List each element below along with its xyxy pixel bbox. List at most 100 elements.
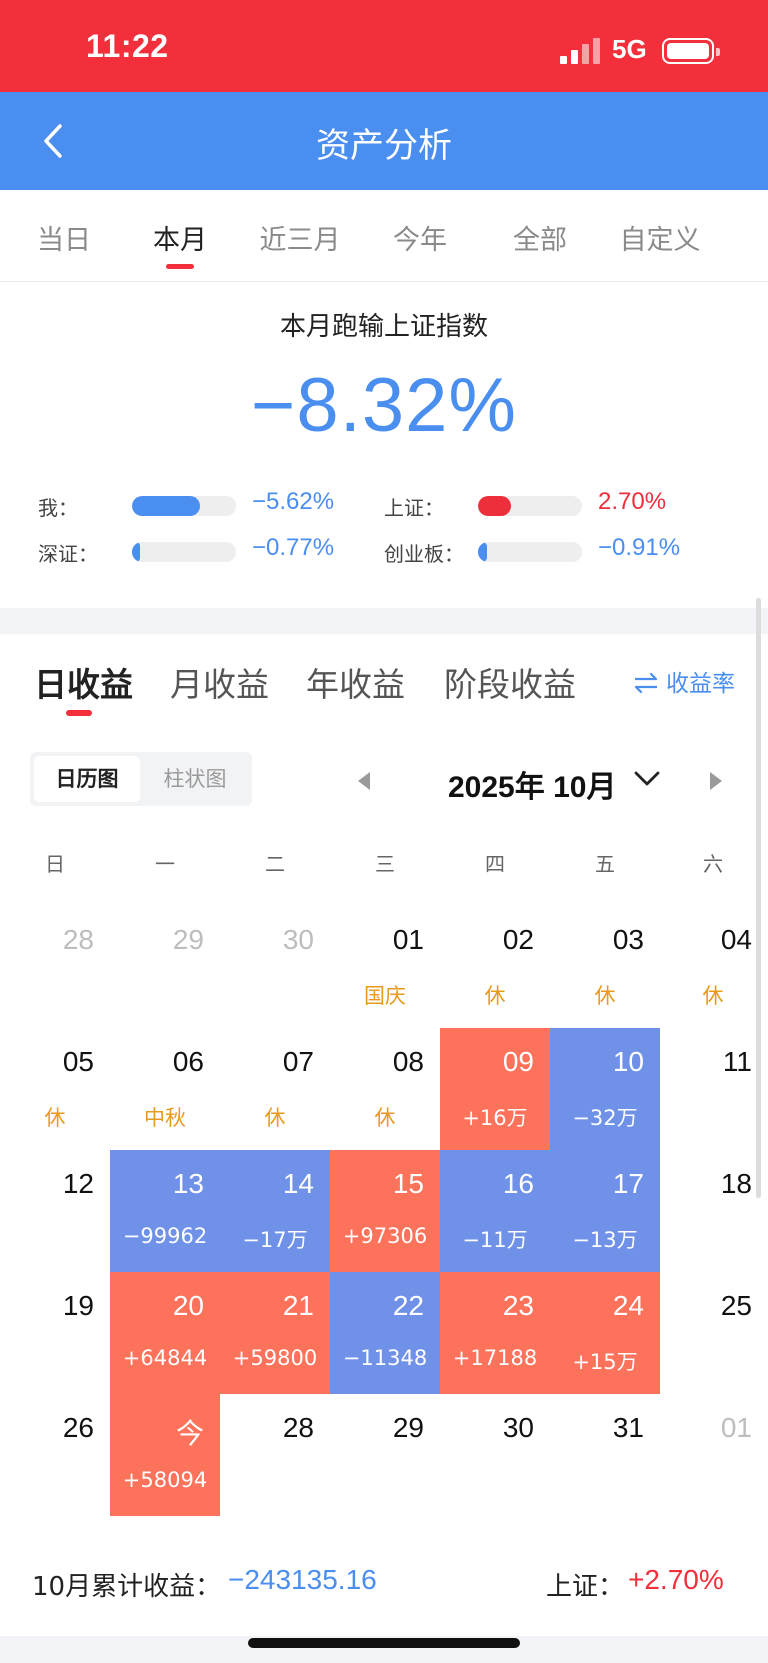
- period-tab[interactable]: 本月: [116, 218, 244, 269]
- profit-tab[interactable]: 日收益: [34, 658, 133, 706]
- period-tabs: 当日 本月 近三月 今年 全部 自定义: [0, 190, 768, 282]
- profit-tab[interactable]: 阶段收益: [444, 658, 576, 706]
- period-tab[interactable]: 自定义: [596, 218, 724, 257]
- swap-icon: [634, 672, 658, 694]
- calendar-day-number: 18: [720, 1168, 752, 1199]
- calendar-day-cell[interactable]: 07 休: [220, 1028, 330, 1150]
- calendar-day-cell[interactable]: 今 +58094: [110, 1394, 220, 1516]
- calendar-day-number: 29: [392, 1412, 424, 1443]
- status-time: 11:22: [86, 28, 169, 64]
- status-bar: 11:22 5G: [0, 0, 768, 92]
- calendar-day-number: 19: [62, 1290, 94, 1321]
- daily-profit-value: −11348: [342, 1346, 428, 1370]
- calendar-day-number: 08: [392, 1046, 424, 1077]
- daily-profit-value: +59800: [232, 1346, 318, 1370]
- calendar-day-cell[interactable]: 10 −32万: [550, 1028, 660, 1150]
- compare-bar-fill: [132, 496, 200, 516]
- calendar-day-number: 01: [720, 1412, 752, 1443]
- calendar-day-cell[interactable]: 08 休: [330, 1028, 440, 1150]
- view-bar-button[interactable]: 柱状图: [142, 756, 248, 802]
- calendar-day-number: 26: [62, 1412, 94, 1443]
- calendar-day-cell[interactable]: 26: [0, 1394, 110, 1516]
- calendar-day-cell[interactable]: 04 休: [658, 906, 768, 1028]
- weekday-header: 三: [375, 852, 395, 876]
- calendar-day-cell[interactable]: 06 中秋: [110, 1028, 220, 1150]
- calendar-day-cell[interactable]: 22 −11348: [330, 1272, 440, 1394]
- period-tab[interactable]: 今年: [356, 218, 484, 257]
- calendar-day-cell[interactable]: 02 休: [440, 906, 550, 1028]
- calendar-day-number: 02: [502, 924, 534, 955]
- calendar-day-cell[interactable]: 17 −13万: [550, 1150, 660, 1272]
- calendar-day-number: 01: [392, 924, 424, 955]
- calendar-day-cell[interactable]: 12: [0, 1150, 110, 1272]
- view-calendar-button[interactable]: 日历图: [34, 756, 140, 802]
- calendar-day-cell[interactable]: 20 +64844: [110, 1272, 220, 1394]
- calendar-day-number: 30: [502, 1412, 534, 1443]
- view-toggle: 日历图 柱状图: [30, 752, 252, 806]
- calendar-day-cell[interactable]: 01: [658, 1394, 768, 1516]
- weekday-header: 日: [45, 852, 65, 876]
- profit-tab[interactable]: 月收益: [170, 658, 269, 706]
- calendar-day-cell[interactable]: 25: [658, 1272, 768, 1394]
- profit-tab-underline: [66, 710, 92, 716]
- calendar-day-cell[interactable]: 03 休: [550, 906, 660, 1028]
- month-total-value: −243135.16: [228, 1564, 377, 1595]
- profit-tab[interactable]: 年收益: [306, 658, 405, 706]
- home-indicator[interactable]: [248, 1638, 520, 1648]
- calendar-day-cell[interactable]: 14 −17万: [220, 1150, 330, 1272]
- calendar-day-cell[interactable]: 01 国庆: [330, 906, 440, 1028]
- weekday-header: 五: [595, 852, 615, 876]
- calendar-day-cell[interactable]: 11: [658, 1028, 768, 1150]
- period-tab[interactable]: 近三月: [236, 218, 364, 257]
- calendar-day-cell[interactable]: 30: [220, 906, 330, 1028]
- daily-profit-value: −99962: [122, 1224, 208, 1248]
- calendar-day-cell[interactable]: 13 −99962: [110, 1150, 220, 1272]
- calendar-day-number: 24: [612, 1290, 644, 1321]
- triangle-right-icon[interactable]: [706, 770, 726, 792]
- daily-profit-value: −17万: [242, 1228, 308, 1252]
- holiday-label: 国庆: [364, 984, 406, 1008]
- holiday-label: 休: [264, 1106, 286, 1130]
- triangle-left-icon[interactable]: [354, 770, 374, 792]
- calendar-day-number: 14: [282, 1168, 314, 1199]
- calendar-day-number: 05: [62, 1046, 94, 1077]
- calendar-day-cell[interactable]: 19: [0, 1272, 110, 1394]
- period-tab[interactable]: 当日: [0, 218, 128, 257]
- calendar-day-cell[interactable]: 28: [0, 906, 110, 1028]
- calendar-day-cell[interactable]: 30: [440, 1394, 550, 1516]
- daily-profit-value: +97306: [342, 1224, 428, 1248]
- calendar-day-number: 13: [172, 1168, 204, 1199]
- section-divider: [0, 608, 768, 634]
- calendar-day-cell[interactable]: 05 休: [0, 1028, 110, 1150]
- calendar-day-cell[interactable]: 16 −11万: [440, 1150, 550, 1272]
- calendar-day-number: 17: [612, 1168, 644, 1199]
- calendar-day-number: 23: [502, 1290, 534, 1321]
- holiday-label: 休: [374, 1106, 396, 1130]
- period-tab-label: 全部: [513, 225, 567, 256]
- calendar-day-cell[interactable]: 31: [550, 1394, 660, 1516]
- index-value: +2.70%: [628, 1564, 724, 1595]
- compare-bar-track: [478, 542, 582, 562]
- compare-title: 本月跑输上证指数: [279, 312, 488, 342]
- rate-toggle-link[interactable]: 收益率: [632, 664, 735, 698]
- calendar-day-cell[interactable]: 18: [658, 1150, 768, 1272]
- calendar-day-cell[interactable]: 09 +16万: [440, 1028, 550, 1150]
- calendar-day-number: 11: [722, 1046, 752, 1077]
- calendar-day-cell[interactable]: 24 +15万: [550, 1272, 660, 1394]
- calendar-day-cell[interactable]: 23 +17188: [440, 1272, 550, 1394]
- period-tab[interactable]: 全部: [476, 218, 604, 257]
- weekday-header: 一: [155, 852, 175, 876]
- calendar-day-cell[interactable]: 29: [330, 1394, 440, 1516]
- nav-bar: 资产分析: [0, 92, 768, 190]
- daily-profit-value: +58094: [122, 1468, 208, 1492]
- compare-value: −8.32%: [251, 363, 517, 448]
- calendar-day-cell[interactable]: 21 +59800: [220, 1272, 330, 1394]
- period-tab-label: 本月: [153, 225, 207, 256]
- calendar-day-cell[interactable]: 28: [220, 1394, 330, 1516]
- month-label[interactable]: 2025年 10月: [448, 762, 616, 806]
- calendar-day-cell[interactable]: 15 +97306: [330, 1150, 440, 1272]
- compare-bar-fill: [478, 542, 488, 562]
- chevron-down-icon[interactable]: [632, 768, 662, 790]
- calendar-day-cell[interactable]: 29: [110, 906, 220, 1028]
- calendar-day-number: 今: [175, 1418, 204, 1449]
